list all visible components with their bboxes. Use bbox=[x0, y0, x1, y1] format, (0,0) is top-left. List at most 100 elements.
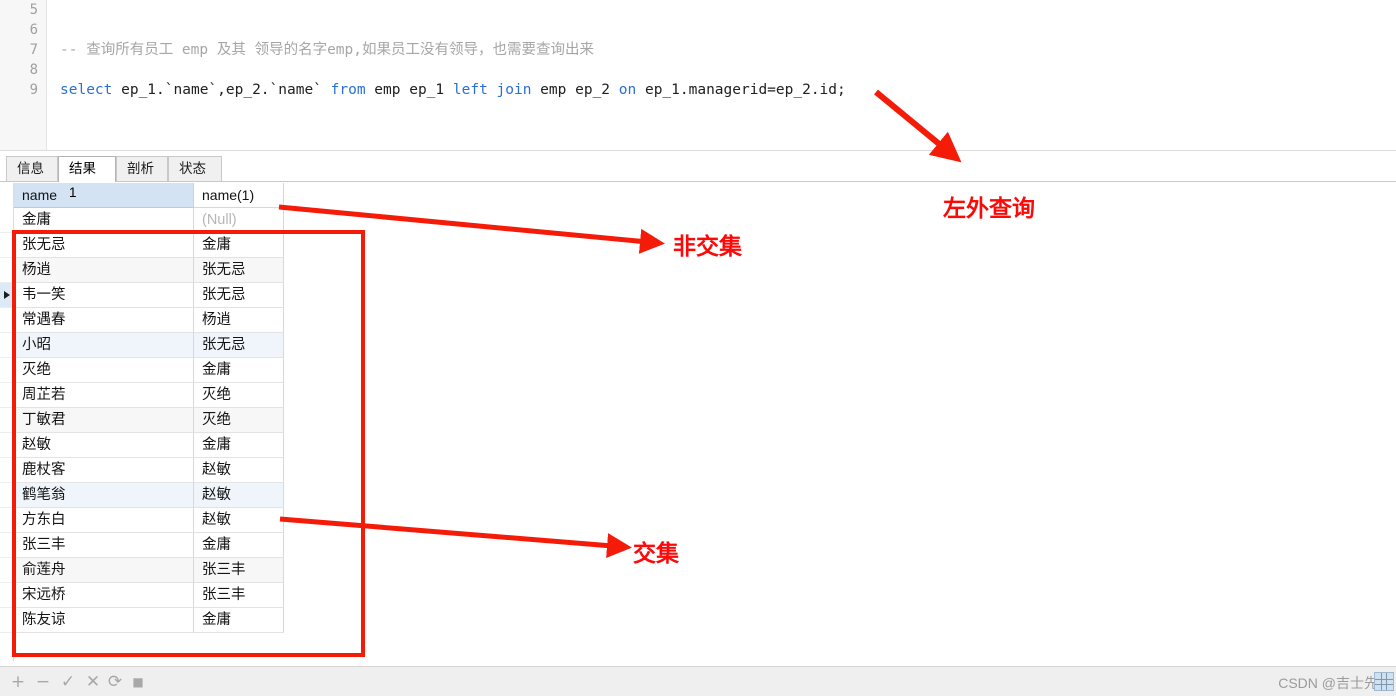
cancel-x-icon[interactable]: ✕ bbox=[83, 672, 103, 692]
cell-name[interactable]: 俞莲舟 bbox=[14, 558, 194, 583]
cell-manager-name[interactable]: 灭绝 bbox=[194, 383, 284, 408]
cell-manager-name[interactable]: 金庸 bbox=[194, 433, 284, 458]
sql-keyword-on: on bbox=[618, 82, 637, 98]
table-row[interactable]: 陈友谅 金庸 bbox=[0, 608, 1396, 633]
cell-name[interactable]: 常遇春 bbox=[14, 308, 194, 333]
row-marker[interactable] bbox=[0, 333, 14, 358]
cell-name[interactable]: 张无忌 bbox=[14, 233, 194, 258]
cell-name[interactable]: 金庸 bbox=[14, 208, 194, 233]
row-marker[interactable] bbox=[0, 483, 14, 508]
column-header-name-1[interactable]: name(1) bbox=[194, 183, 284, 208]
sql-keyword-left: left bbox=[452, 82, 488, 98]
editor-line-number-gutter: 5 6 7 8 9 bbox=[0, 0, 47, 150]
table-row[interactable]: 丁敏君 灭绝 bbox=[0, 408, 1396, 433]
row-marker[interactable] bbox=[0, 383, 14, 408]
row-marker[interactable] bbox=[0, 233, 14, 258]
table-row[interactable]: 小昭 张无忌 bbox=[0, 333, 1396, 358]
table-row[interactable]: 张无忌 金庸 bbox=[0, 233, 1396, 258]
row-marker[interactable] bbox=[0, 583, 14, 608]
sql-column-list: ep_1.`name`,ep_2.`name` bbox=[112, 82, 331, 98]
tabbar-baseline bbox=[0, 181, 1396, 182]
result-grid[interactable]: name name(1) 金庸 (Null) 张无忌 金庸 杨逍 张无忌 韦一笑 张无忌 常遇春… bbox=[0, 183, 1396, 661]
cell-manager-name[interactable]: 金庸 bbox=[194, 233, 284, 258]
cell-name[interactable]: 杨逍 bbox=[14, 258, 194, 283]
cell-name[interactable]: 陈友谅 bbox=[14, 608, 194, 633]
table-row[interactable]: 金庸 (Null) bbox=[0, 208, 1396, 233]
cell-name[interactable]: 小昭 bbox=[14, 333, 194, 358]
cell-manager-name[interactable]: 张三丰 bbox=[194, 558, 284, 583]
cell-name[interactable]: 方东白 bbox=[14, 508, 194, 533]
grid-table-icon bbox=[1374, 672, 1394, 691]
table-row[interactable]: 赵敏 金庸 bbox=[0, 433, 1396, 458]
sql-keyword-join: join bbox=[496, 82, 532, 98]
table-row[interactable]: 鹤笔翁 赵敏 bbox=[0, 483, 1396, 508]
cell-manager-name[interactable]: 赵敏 bbox=[194, 458, 284, 483]
remove-row-icon[interactable]: − bbox=[33, 672, 53, 692]
table-row[interactable]: 常遇春 杨逍 bbox=[0, 308, 1396, 333]
tab-profile[interactable]: 剖析 bbox=[116, 156, 168, 182]
cell-manager-name[interactable]: (Null) bbox=[194, 208, 284, 233]
cell-name[interactable]: 韦一笑 bbox=[14, 283, 194, 308]
table-row[interactable]: 宋远桥 张三丰 bbox=[0, 583, 1396, 608]
refresh-icon[interactable]: ⟳ bbox=[105, 672, 125, 692]
table-row[interactable]: 杨逍 张无忌 bbox=[0, 258, 1396, 283]
cell-manager-name[interactable]: 杨逍 bbox=[194, 308, 284, 333]
cell-manager-name[interactable]: 赵敏 bbox=[194, 508, 284, 533]
table-row[interactable]: 鹿杖客 赵敏 bbox=[0, 458, 1396, 483]
table-row[interactable]: 周芷若 灭绝 bbox=[0, 383, 1396, 408]
sql-join-table: emp ep_2 bbox=[531, 82, 619, 98]
current-row-marker-icon[interactable] bbox=[0, 283, 14, 308]
apply-check-icon[interactable]: ✓ bbox=[58, 672, 78, 692]
cell-name[interactable]: 周芷若 bbox=[14, 383, 194, 408]
cell-name[interactable]: 丁敏君 bbox=[14, 408, 194, 433]
cell-manager-name[interactable]: 张无忌 bbox=[194, 258, 284, 283]
table-row[interactable]: 韦一笑 张无忌 bbox=[0, 283, 1396, 308]
row-marker[interactable] bbox=[0, 558, 14, 583]
table-row[interactable]: 张三丰 金庸 bbox=[0, 533, 1396, 558]
cell-name[interactable]: 张三丰 bbox=[14, 533, 194, 558]
sql-keyword-select: select bbox=[60, 82, 113, 98]
cell-manager-name[interactable]: 赵敏 bbox=[194, 483, 284, 508]
line-number: 9 bbox=[29, 82, 38, 98]
sql-statement-line[interactable]: select ep_1.`name`,ep_2.`name` from emp … bbox=[60, 80, 846, 100]
cell-manager-name[interactable]: 张无忌 bbox=[194, 333, 284, 358]
column-header-name[interactable]: name bbox=[14, 183, 194, 208]
grid-header-row: name name(1) bbox=[14, 183, 284, 208]
row-marker[interactable] bbox=[0, 358, 14, 383]
sql-space bbox=[488, 82, 497, 98]
tab-info[interactable]: 信息 bbox=[6, 156, 58, 182]
sql-on-condition: ep_1.managerid=ep_2.id; bbox=[636, 82, 846, 98]
cell-name[interactable]: 宋远桥 bbox=[14, 583, 194, 608]
cell-manager-name[interactable]: 灭绝 bbox=[194, 408, 284, 433]
row-marker[interactable] bbox=[0, 608, 14, 633]
cell-manager-name[interactable]: 金庸 bbox=[194, 533, 284, 558]
table-row[interactable]: 俞莲舟 张三丰 bbox=[0, 558, 1396, 583]
row-marker[interactable] bbox=[0, 458, 14, 483]
tab-result-1[interactable]: 结果 1 bbox=[58, 156, 116, 200]
cell-name[interactable]: 鹿杖客 bbox=[14, 458, 194, 483]
cell-manager-name[interactable]: 张三丰 bbox=[194, 583, 284, 608]
table-row[interactable]: 灭绝 金庸 bbox=[0, 358, 1396, 383]
row-marker[interactable] bbox=[0, 258, 14, 283]
grid-bottom-toolbar: + − ✓ ✕ ⟳ ■ CSDN @吉士先生 bbox=[0, 666, 1396, 696]
tab-status[interactable]: 状态 bbox=[168, 156, 222, 182]
add-row-icon[interactable]: + bbox=[8, 672, 28, 692]
line-number: 7 bbox=[29, 42, 38, 58]
row-marker[interactable] bbox=[0, 433, 14, 458]
sql-from-table: emp ep_1 bbox=[365, 82, 453, 98]
row-marker[interactable] bbox=[0, 508, 14, 533]
row-marker[interactable] bbox=[0, 308, 14, 333]
cell-name[interactable]: 鹤笔翁 bbox=[14, 483, 194, 508]
stop-icon[interactable]: ■ bbox=[128, 672, 148, 692]
cell-manager-name[interactable]: 金庸 bbox=[194, 608, 284, 633]
table-row[interactable]: 方东白 赵敏 bbox=[0, 508, 1396, 533]
cell-name[interactable]: 赵敏 bbox=[14, 433, 194, 458]
sql-editor[interactable]: 5 6 7 8 9 -- 查询所有员工 emp 及其 领导的名字emp,如果员工… bbox=[0, 0, 1396, 150]
cell-manager-name[interactable]: 张无忌 bbox=[194, 283, 284, 308]
grid-rows: 金庸 (Null) 张无忌 金庸 杨逍 张无忌 韦一笑 张无忌 常遇春 杨逍 小昭 张无忌 灭绝 金庸 周芷… bbox=[0, 208, 1396, 633]
cell-manager-name[interactable]: 金庸 bbox=[194, 358, 284, 383]
row-marker[interactable] bbox=[0, 408, 14, 433]
row-marker[interactable] bbox=[0, 208, 14, 233]
cell-name[interactable]: 灭绝 bbox=[14, 358, 194, 383]
row-marker[interactable] bbox=[0, 533, 14, 558]
